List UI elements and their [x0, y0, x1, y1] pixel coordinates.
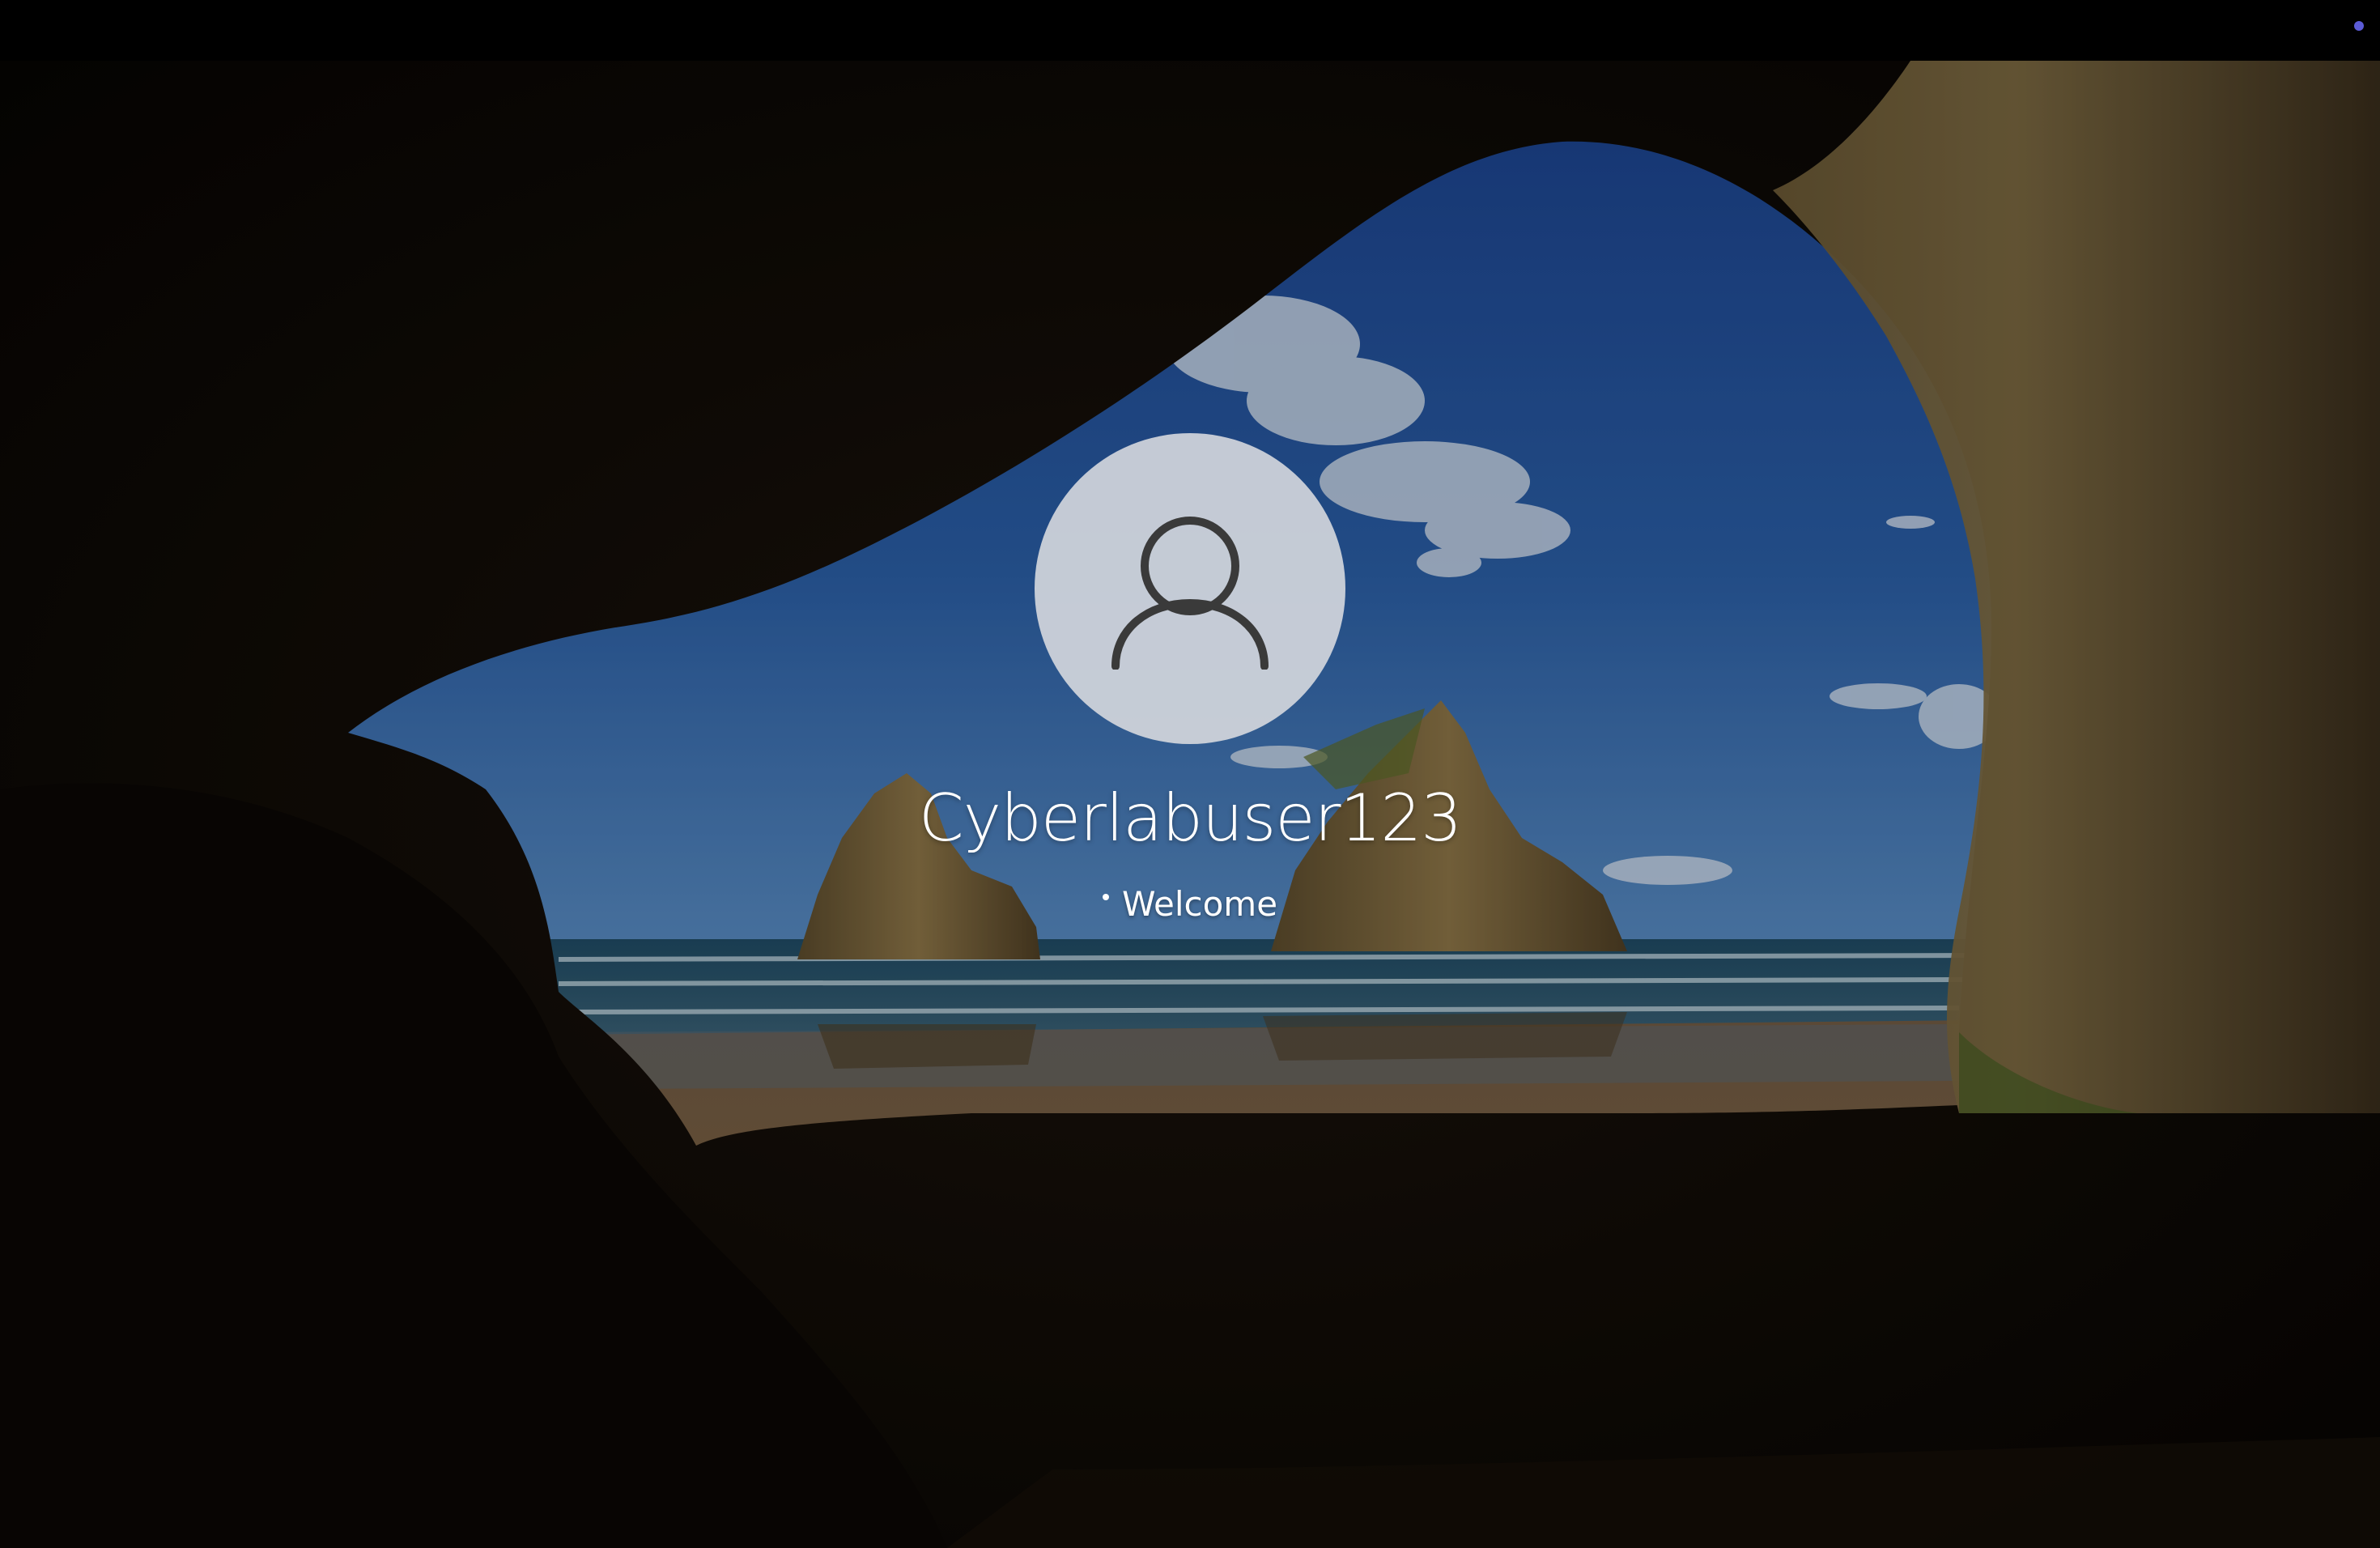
sign-in-status: Welcome: [0, 882, 2380, 927]
top-bar: [0, 0, 2380, 61]
welcome-text: Welcome: [1121, 884, 1278, 924]
lock-screen: Cyberlabuser123 Welcome: [0, 0, 2380, 1548]
user-icon: [1111, 517, 1269, 670]
status-indicator-dot: [2354, 21, 2364, 31]
loading-dots-icon: [1102, 894, 1109, 900]
username-label: Cyberlabuser123: [918, 780, 1462, 856]
login-panel: Cyberlabuser123 Welcome: [0, 433, 2380, 927]
user-avatar[interactable]: [1035, 433, 1345, 744]
